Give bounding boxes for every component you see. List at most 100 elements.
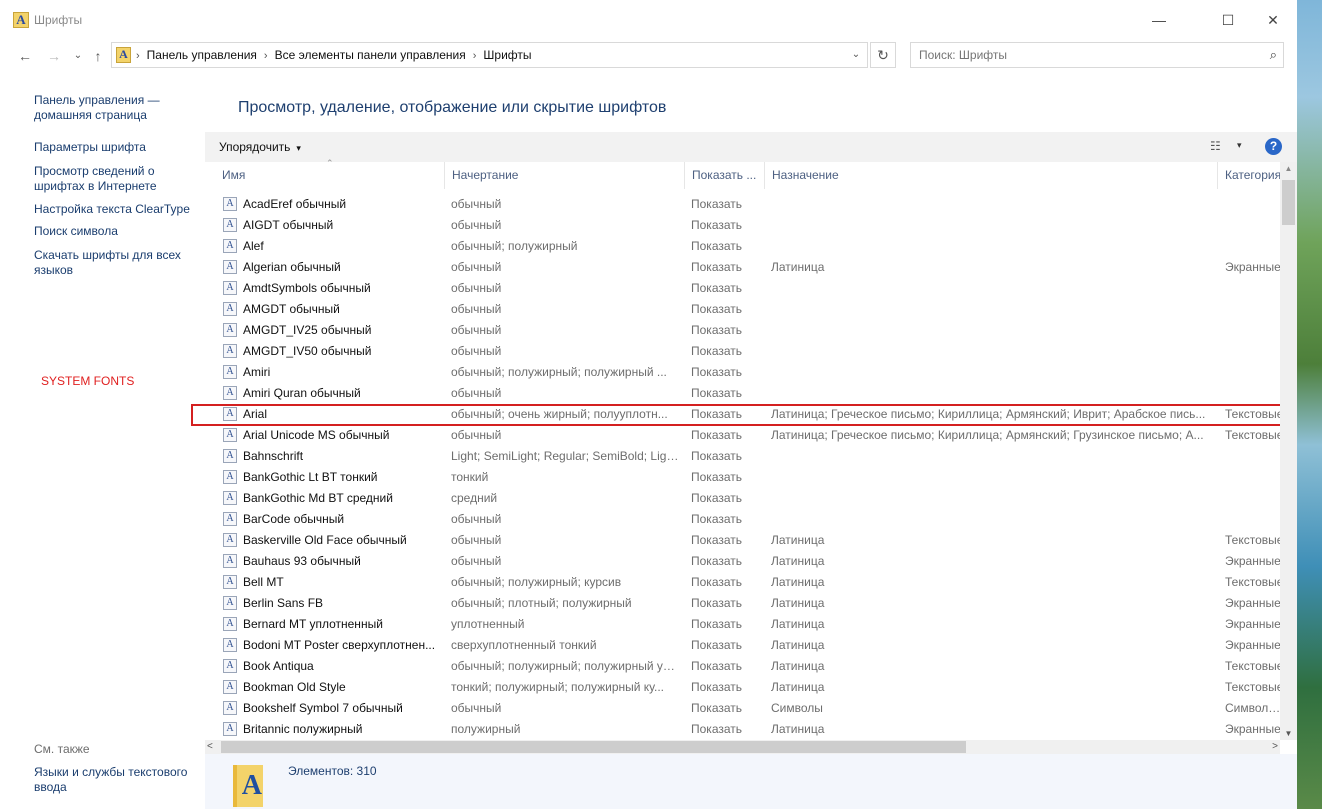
table-row[interactable]: A Alef обычный; полужирный Показать xyxy=(205,236,1280,257)
system-fonts-annotation: SYSTEM FONTS xyxy=(41,374,135,388)
table-row[interactable]: A Book Antiqua обычный; полужирный; полужи… xyxy=(205,656,1280,677)
font-name-cell: Baskerville Old Face обычный xyxy=(243,533,407,547)
table-row[interactable]: A Arial обычный; очень жирный; полууплотн.… xyxy=(205,404,1280,425)
breadcrumb-control-panel[interactable]: Панель управления xyxy=(147,48,257,62)
horizontal-scrollbar[interactable]: < > xyxy=(205,740,1280,754)
font-show-cell: Показать xyxy=(691,428,743,442)
table-row[interactable]: A Berlin Sans FB обычный; плотный; полужир… xyxy=(205,593,1280,614)
address-bar[interactable]: A › Панель управления › Все элементы панели… xyxy=(111,42,868,68)
table-row[interactable]: A Bookman Old Style тонкий; полужирный; по… xyxy=(205,677,1280,698)
table-row[interactable]: A AIGDT обычный обычный Показать xyxy=(205,215,1280,236)
back-button[interactable]: ← xyxy=(15,47,35,65)
table-row[interactable]: A Arial Unicode MS обычный обычный Показать… xyxy=(205,425,1280,446)
font-style-cell: обычный xyxy=(451,302,502,316)
search-box[interactable]: ⌕ xyxy=(910,42,1284,68)
table-row[interactable]: A Bauhaus 93 обычный обычный Показать Латини… xyxy=(205,551,1280,572)
table-row[interactable]: A AMGDT_IV25 обычный обычный Показать xyxy=(205,320,1280,341)
scroll-left-button[interactable]: < xyxy=(207,740,213,754)
up-button[interactable]: ↑ xyxy=(88,47,108,65)
close-button[interactable]: ✕ xyxy=(1250,6,1296,34)
breadcrumb-all-items[interactable]: Все элементы панели управления xyxy=(275,48,466,62)
title-bar[interactable]: A Шрифты — ☐ ✕ xyxy=(0,0,1297,40)
recent-locations-button[interactable]: ⌄ xyxy=(68,47,88,65)
column-header-show[interactable]: Показать ... xyxy=(685,162,765,189)
table-row[interactable]: A BarCode обычный обычный Показать xyxy=(205,509,1280,530)
minimize-button[interactable]: — xyxy=(1136,6,1182,34)
arrow-left-icon: ← xyxy=(18,48,32,64)
refresh-button[interactable]: ↻ xyxy=(870,42,896,68)
view-options-button[interactable]: ▾ xyxy=(1237,140,1242,151)
font-style-cell: обычный; полужирный; полужирный ... xyxy=(451,365,667,379)
breadcrumb-fonts[interactable]: Шрифты xyxy=(483,48,531,62)
chevron-down-icon: ▾ xyxy=(296,143,301,153)
table-row[interactable]: A Bernard MT уплотненный уплотненный Показа… xyxy=(205,614,1280,635)
organize-button[interactable]: Упорядочить ▾ xyxy=(219,140,301,154)
font-folder-icon: A xyxy=(13,12,29,28)
font-show-cell: Показать xyxy=(691,365,743,379)
link-font-settings[interactable]: Параметры шрифта xyxy=(34,140,194,155)
vertical-scrollbar[interactable]: ▲ ▼ xyxy=(1280,162,1297,740)
font-category-cell: Экранные xyxy=(1225,722,1280,736)
font-purpose-cell: Латиница xyxy=(771,659,825,673)
scroll-right-button[interactable]: > xyxy=(1272,740,1278,754)
maximize-button[interactable]: ☐ xyxy=(1205,6,1251,34)
see-also-title: См. также xyxy=(34,742,90,756)
font-category-cell: Текстовые xyxy=(1225,575,1280,589)
font-file-icon: A xyxy=(223,449,237,463)
view-details-icon[interactable]: ☷ xyxy=(1210,139,1228,153)
font-style-cell: обычный xyxy=(451,701,502,715)
link-download-fonts[interactable]: Скачать шрифты для всех языков xyxy=(34,248,194,278)
font-style-cell: обычный xyxy=(451,428,502,442)
table-row[interactable]: A Amiri Quran обычный обычный Показать xyxy=(205,383,1280,404)
column-header-purpose[interactable]: Назначение xyxy=(765,162,1218,189)
table-row[interactable]: A Amiri обычный; полужирный; полужирный ..… xyxy=(205,362,1280,383)
font-style-cell: обычный xyxy=(451,281,502,295)
table-row[interactable]: A Algerian обычный обычный Показать Латиница… xyxy=(205,257,1280,278)
vertical-scroll-thumb[interactable] xyxy=(1282,180,1295,225)
column-header-style[interactable]: Начертание xyxy=(445,162,685,189)
font-category-cell: Текстовые xyxy=(1225,533,1280,547)
chevron-down-icon: ⌄ xyxy=(851,49,861,60)
table-row[interactable]: A Bahnschrift Light; SemiLight; Regular; S… xyxy=(205,446,1280,467)
column-header-category[interactable]: Категория xyxy=(1218,162,1280,189)
font-show-cell: Показать xyxy=(691,512,743,526)
table-row[interactable]: A Britannic полужирный полужирный Показать Л… xyxy=(205,719,1280,740)
link-language-services[interactable]: Языки и службы текстового ввода xyxy=(34,765,194,795)
forward-button[interactable]: → xyxy=(44,47,64,65)
font-purpose-cell: Латиница xyxy=(771,638,825,652)
table-row[interactable]: A AMGDT обычный обычный Показать xyxy=(205,299,1280,320)
address-dropdown-button[interactable]: ⌄ xyxy=(845,43,867,67)
font-purpose-cell: Латиница xyxy=(771,596,825,610)
link-cleartype[interactable]: Настройка текста ClearType xyxy=(34,202,194,217)
table-row[interactable]: A Baskerville Old Face обычный обычный Пока… xyxy=(205,530,1280,551)
horizontal-scroll-thumb[interactable] xyxy=(221,741,966,753)
column-header-name[interactable]: Имя xyxy=(215,162,445,189)
breadcrumb-separator[interactable]: › xyxy=(264,50,268,62)
table-row[interactable]: A BankGothic Md BT средний средний Показать xyxy=(205,488,1280,509)
link-find-character[interactable]: Поиск символа xyxy=(34,224,194,239)
font-style-cell: Light; SemiLight; Regular; SemiBold; Lig… xyxy=(451,449,681,463)
link-control-panel-home[interactable]: Панель управления — домашняя страница xyxy=(34,93,194,123)
link-font-info-online[interactable]: Просмотр сведений о шрифтах в Интернете xyxy=(34,164,194,194)
breadcrumb-separator[interactable]: › xyxy=(473,50,477,62)
font-name-cell: Bernard MT уплотненный xyxy=(243,617,383,631)
table-row[interactable]: A Bookshelf Symbol 7 обычный обычный Показа… xyxy=(205,698,1280,719)
font-show-cell: Показать xyxy=(691,323,743,337)
table-row[interactable]: A BankGothic Lt BT тонкий тонкий Показать xyxy=(205,467,1280,488)
font-style-cell: обычный; полужирный; полужирный уплотн..… xyxy=(451,659,681,673)
table-row[interactable]: A AMGDT_IV50 обычный обычный Показать xyxy=(205,341,1280,362)
table-row[interactable]: A AmdtSymbols обычный обычный Показать xyxy=(205,278,1280,299)
search-input[interactable] xyxy=(911,43,1259,67)
table-row[interactable]: A AcadEref обычный обычный Показать xyxy=(205,194,1280,215)
table-row[interactable]: A Bell MT обычный; полужирный; курсив Показ… xyxy=(205,572,1280,593)
font-file-icon: A xyxy=(223,260,237,274)
scroll-up-button[interactable]: ▲ xyxy=(1280,164,1297,173)
font-style-cell: тонкий xyxy=(451,470,489,484)
font-purpose-cell: Латиница; Греческое письмо; Кириллица; А… xyxy=(771,428,1204,442)
font-file-icon: A xyxy=(223,680,237,694)
help-icon[interactable]: ? xyxy=(1265,138,1282,155)
scroll-down-button[interactable]: ▼ xyxy=(1280,729,1297,738)
search-icon[interactable]: ⌕ xyxy=(1270,47,1277,63)
breadcrumb-separator: › xyxy=(136,50,140,62)
table-row[interactable]: A Bodoni MT Poster сверхуплотнен... сверху… xyxy=(205,635,1280,656)
